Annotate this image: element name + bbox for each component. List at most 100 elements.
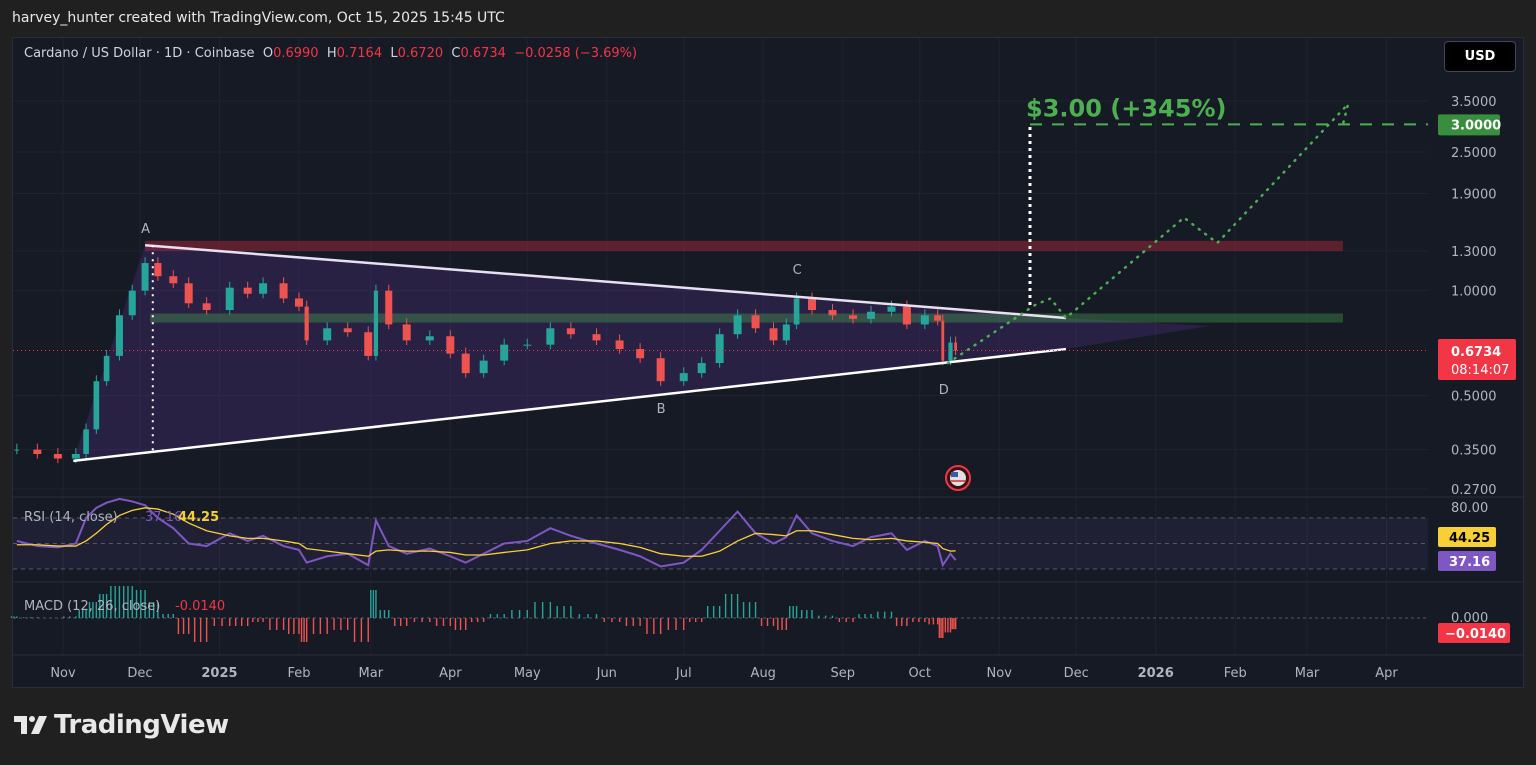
time-axis-tick: Sep — [831, 666, 856, 681]
candle-body — [128, 290, 136, 316]
candle-body — [679, 373, 688, 382]
candle-body — [715, 334, 724, 364]
price-axis-tick: 2.5000 — [1451, 146, 1497, 161]
candle-body — [592, 334, 601, 341]
candle-body — [373, 290, 379, 356]
time-axis-tick: May — [514, 666, 541, 681]
pattern-point-a: A — [141, 222, 150, 237]
candle-body — [14, 449, 20, 451]
candle-body — [93, 381, 100, 430]
rsi-label: RSI (14, close) — [24, 510, 118, 525]
symbol-legend: Cardano / US Dollar · 1D · Coinbase O 0.6… — [24, 46, 637, 61]
candle-body — [259, 283, 268, 294]
candle-body — [546, 328, 555, 345]
candle-body — [115, 315, 123, 356]
macd-label: MACD (12, 26, close) — [24, 599, 160, 614]
macd-legend-value: -0.0140 — [175, 599, 225, 614]
candle-body — [202, 303, 211, 311]
time-axis-tick: Dec — [1064, 666, 1089, 681]
us-flag-event-icon — [945, 465, 971, 491]
candle-body — [887, 306, 896, 312]
candle-body — [304, 306, 309, 341]
time-axis-tick: Dec — [127, 666, 152, 681]
candle-body — [934, 315, 942, 321]
candle-body — [615, 340, 624, 350]
candle-body — [479, 360, 488, 374]
rsi-axis-tick: 80.00 — [1451, 501, 1488, 516]
candle-body — [323, 328, 332, 341]
symbol-name: Cardano / US Dollar · 1D · Coinbase — [24, 46, 255, 61]
candle-body — [828, 310, 837, 316]
pattern-point-c: C — [793, 263, 802, 278]
time-axis-tick: Nov — [50, 666, 76, 681]
pattern-point-d: D — [939, 383, 949, 398]
candle-body — [941, 320, 945, 361]
time-axis-tick: Apr — [439, 666, 462, 681]
candle-body — [566, 328, 575, 335]
time-axis-tick: Aug — [751, 666, 776, 681]
candle-body — [33, 449, 42, 455]
low-value: 0.6720 — [397, 46, 444, 61]
high-label: H — [326, 46, 337, 61]
candle-body — [385, 290, 393, 325]
candle-body — [697, 363, 706, 374]
candle-body — [807, 298, 816, 311]
candle-body — [849, 315, 858, 319]
currency-button[interactable]: USD — [1444, 41, 1516, 72]
candle-body — [279, 283, 288, 299]
time-axis-tick: Mar — [359, 666, 384, 681]
time-axis-tick: Oct — [908, 666, 930, 681]
rsi-badge-text: 37.16 — [1449, 555, 1490, 570]
resistance-zone — [145, 240, 1343, 251]
candle-body — [225, 287, 234, 311]
time-axis-tick: Feb — [287, 666, 310, 681]
change-value: −0.0258 (−3.69%) — [514, 46, 638, 61]
price-axis-tick: 0.5000 — [1451, 390, 1497, 405]
flag-canton — [951, 472, 958, 477]
rsi-ma-badge-text: 44.25 — [1449, 531, 1490, 546]
candle-body — [243, 287, 252, 294]
candle-body — [782, 324, 790, 341]
time-axis-tick: 2025 — [201, 666, 237, 681]
candle-body — [948, 342, 953, 361]
rsi-legend-value: 37.16 — [145, 510, 182, 525]
time-axis-tick: Mar — [1295, 666, 1320, 681]
candle-body — [751, 315, 760, 329]
price-axis-tick: 1.3000 — [1451, 245, 1497, 260]
time-axis-tick: Jun — [596, 666, 617, 681]
bar-countdown-text: 08:14:07 — [1451, 363, 1509, 378]
price-chart[interactable]: $3.00 (+345%) A B C D 3.5000 2.5000 1.9000 1.300… — [0, 0, 1536, 765]
price-axis-tick: 0.2700 — [1451, 483, 1497, 498]
candle-body — [461, 353, 470, 374]
candle-body — [954, 342, 958, 351]
candle-body — [343, 328, 352, 333]
candle-body — [656, 358, 665, 382]
macd-badge-text: −0.0140 — [1445, 627, 1506, 642]
tradingview-logo[interactable]: TradingView — [14, 710, 229, 740]
candle-body — [769, 328, 778, 341]
price-axis-tick: 1.0000 — [1451, 285, 1497, 300]
candle-body — [71, 454, 80, 459]
candle-body — [141, 263, 149, 291]
candle-body — [866, 311, 875, 319]
candle-body — [364, 332, 373, 356]
price-axis-tick: 1.9000 — [1451, 187, 1497, 202]
candle-body — [793, 298, 800, 325]
candle-body — [294, 298, 303, 307]
time-axis-tick: Feb — [1224, 666, 1247, 681]
open-label: O — [262, 46, 274, 61]
last-price-text: 0.6734 — [1451, 345, 1501, 360]
support-zone — [150, 313, 1343, 323]
candle-body — [402, 324, 411, 341]
time-axis-tick: Nov — [987, 666, 1013, 681]
logo-text: TradingView — [54, 710, 229, 740]
close-value: 0.6734 — [460, 46, 506, 61]
target-price-badge-text: 3.0000 — [1451, 118, 1501, 133]
candle-body — [500, 344, 509, 361]
price-axis-tick: 0.3500 — [1451, 444, 1497, 459]
time-axis-tick: Apr — [1375, 666, 1398, 681]
pattern-point-b: B — [657, 402, 666, 417]
candle-body — [184, 283, 193, 304]
candle-body — [425, 336, 434, 341]
candle-body — [83, 429, 89, 455]
